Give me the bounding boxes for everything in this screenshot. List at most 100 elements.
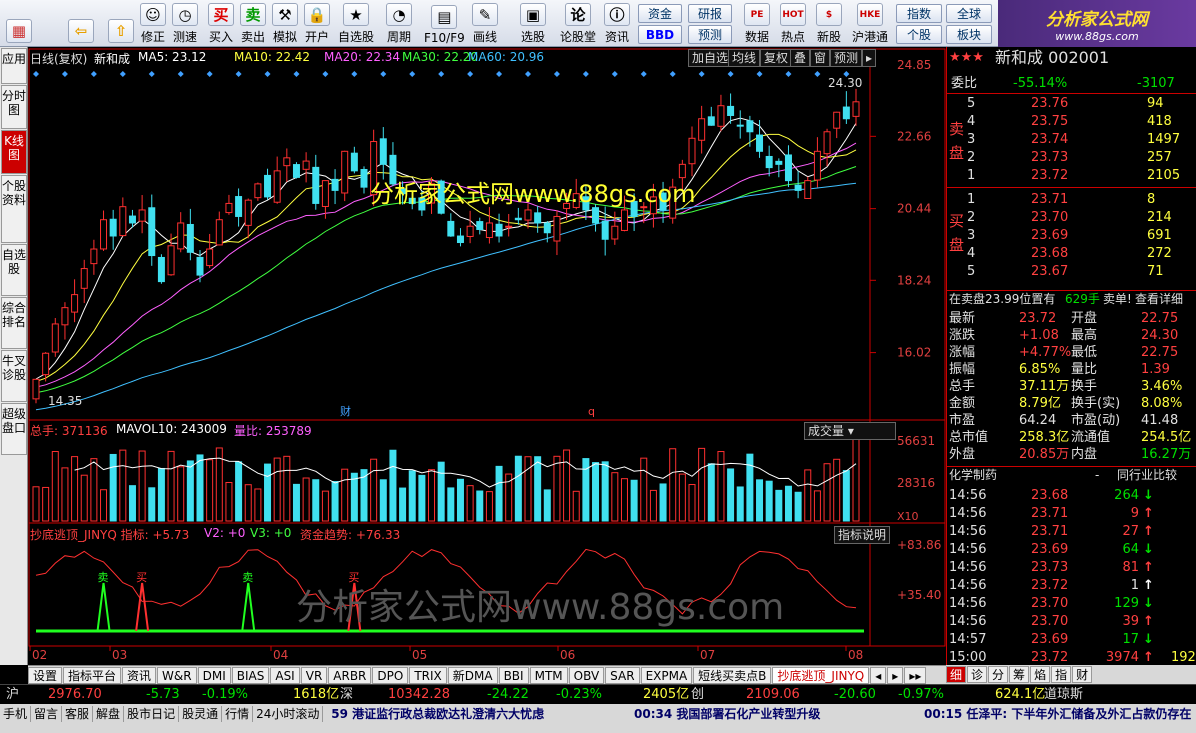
left-tab-2[interactable]: 分时图 [1, 85, 27, 129]
scroll-end-icon[interactable]: ▸▸ [904, 666, 927, 684]
info-button[interactable]: ⓘ 资讯 [604, 3, 630, 45]
level-no: 5 [967, 264, 976, 279]
measure-button[interactable]: ◷ 测速 [172, 3, 198, 45]
scroll-right-icon[interactable]: ▸ [887, 666, 904, 684]
indicator-tab-7[interactable]: ASI [270, 666, 300, 684]
volume-bar [804, 469, 812, 522]
individual-button[interactable]: 个股 [896, 25, 942, 44]
status-button-8[interactable]: 24小时滚动 [253, 706, 324, 722]
indicator-tab-19[interactable]: 抄底逃顶_JINYQ [772, 666, 870, 684]
left-tab-8[interactable]: 超级盘口 [1, 403, 27, 455]
indicator-help-button[interactable]: 指标说明 [834, 526, 891, 544]
industry-compare-button[interactable]: 同行业比较 [1117, 467, 1177, 484]
indicator-tab-5[interactable]: DMI [197, 666, 231, 684]
status-button-4[interactable]: 解盘 [93, 706, 125, 722]
buy-button[interactable]: 买买入 [208, 3, 234, 45]
back-button[interactable]: ⇦ [68, 3, 94, 45]
status-button-1[interactable]: 手机 [0, 706, 32, 722]
select-stock-button[interactable]: ▣ 选股 [520, 3, 546, 45]
indicator-tab-6[interactable]: BIAS [231, 666, 270, 684]
up-button[interactable]: ⇧ [108, 3, 134, 45]
index-button[interactable]: 指数 [896, 4, 942, 23]
chart-button-5[interactable]: 窗 [810, 49, 831, 67]
left-tab-5[interactable]: 自选股 [1, 244, 27, 296]
chart-button-1[interactable]: 加自选 [688, 49, 733, 67]
chart-button-2[interactable]: 均线 [728, 49, 761, 67]
research-button[interactable]: 研报 [688, 4, 732, 23]
menu-button[interactable]: ▦ [6, 3, 32, 45]
right-tab-2[interactable]: 诊 [967, 666, 988, 683]
forum-button[interactable]: 论论股堂 [560, 3, 596, 45]
hot-button[interactable]: HOT 热点 [780, 3, 806, 45]
period-button[interactable]: ◔ 周期 [386, 3, 412, 45]
chart-arrow-icon[interactable]: ▸ [862, 49, 877, 67]
watchlist-button[interactable]: ★ 自选股 [338, 3, 374, 45]
level-volume: 691 [1147, 228, 1172, 243]
indicator-tab-3[interactable]: 资讯 [122, 666, 157, 684]
news-ticker-2[interactable]: 00:34 我国部署石化产业转型升级 [634, 706, 820, 722]
candle-body [273, 170, 281, 203]
measure-button-label: 测速 [172, 30, 197, 44]
right-tab-3[interactable]: 分 [988, 666, 1009, 683]
indicator-tab-13[interactable]: BBI [498, 666, 529, 684]
right-tab-7[interactable]: 财 [1072, 666, 1093, 683]
left-tab-1[interactable]: 应用 [1, 48, 27, 84]
status-button-6[interactable]: 股灵通 [179, 706, 223, 722]
news-ticker-1[interactable]: 59 港证监行政总裁欧达礼澄清六大忧虑 [331, 707, 544, 721]
left-tab-4[interactable]: 个股资料 [1, 175, 27, 243]
chart-button-6[interactable]: 预测 [830, 49, 863, 67]
chart-button-4[interactable]: 叠 [790, 49, 811, 67]
industry-row: 化学制药 - 同行业比较 [947, 466, 1196, 483]
indicator-tab-11[interactable]: TRIX [409, 666, 447, 684]
forecast-button[interactable]: 预测 [688, 25, 732, 44]
sector-button[interactable]: 板块 [946, 25, 992, 44]
global-button[interactable]: 全球 [946, 4, 992, 23]
right-tab-6[interactable]: 指 [1051, 666, 1072, 683]
sh-pct: -0.19% [202, 687, 248, 702]
tick-price: 23.71 [1031, 524, 1069, 539]
modify-button[interactable]: ☺ 修正 [140, 3, 166, 45]
indicator-tab-8[interactable]: VR [300, 666, 328, 684]
indicator-tab-4[interactable]: W&R [157, 666, 197, 684]
indicator-tab-1[interactable]: 设置 [28, 666, 63, 684]
kline-chart[interactable]: 24.85 22.66 20.44 18.24 16.02 24.30 14.35 财 q 分析家… [28, 47, 946, 665]
indicator-tab-14[interactable]: MTM [529, 666, 568, 684]
fund-button[interactable]: 资金 [638, 4, 682, 23]
status-button-7[interactable]: 行情 [222, 706, 254, 722]
status-button-2[interactable]: 留言 [31, 706, 63, 722]
status-button-5[interactable]: 股市日记 [124, 706, 180, 722]
indicator-tab-15[interactable]: OBV [568, 666, 605, 684]
data-button[interactable]: PE 数据 [744, 3, 770, 45]
scroll-left-icon[interactable]: ◂ [870, 666, 887, 684]
sell-button[interactable]: 卖卖出 [240, 3, 266, 45]
open-account-button[interactable]: 🔒 开户 [304, 3, 330, 45]
candle-body [109, 218, 117, 237]
volume-dropdown[interactable]: 成交量 ▾ [804, 422, 896, 440]
hk-connect-button[interactable]: HKE 沪港通 [852, 3, 888, 45]
indicator-tab-2[interactable]: 指标平台 [63, 666, 122, 684]
right-tab-4[interactable]: 筹 [1009, 666, 1030, 683]
indicator-tab-17[interactable]: EXPMA [640, 666, 693, 684]
right-tab-5[interactable]: 焰 [1030, 666, 1051, 683]
order-detail-link[interactable]: 查看详细 [1135, 291, 1183, 308]
simulate-button[interactable]: ⚒ 模拟 [272, 3, 298, 45]
right-tab-1[interactable]: 细 [946, 666, 967, 683]
volume-bar [592, 462, 600, 522]
bbd-button[interactable]: BBD [638, 25, 682, 44]
indicator-tab-12[interactable]: 新DMA [447, 666, 498, 684]
status-button-3[interactable]: 客服 [62, 706, 94, 722]
indicator-tab-18[interactable]: 短线买卖点B [693, 666, 772, 684]
chart-button-3[interactable]: 复权 [760, 49, 793, 67]
indicator-tab-9[interactable]: ARBR [328, 666, 372, 684]
left-tab-6[interactable]: 综合排名 [1, 297, 27, 349]
draw-button[interactable]: ✎ 画线 [472, 3, 498, 45]
f10-button[interactable]: ▤ F10/F9 [424, 3, 465, 45]
volume-bar [534, 456, 542, 522]
industry-name[interactable]: 化学制药 [949, 467, 997, 484]
news-ticker-3[interactable]: 00:15 任泽平: 下半年外汇储备及外汇占款仍存在 [924, 706, 1191, 722]
left-tab-7[interactable]: 牛叉诊股 [1, 350, 27, 402]
indicator-tab-16[interactable]: SAR [605, 666, 640, 684]
new-stock-button[interactable]: $ 新股 [816, 3, 842, 45]
indicator-tab-10[interactable]: DPO [372, 666, 409, 684]
left-tab-3[interactable]: K线图 [1, 130, 27, 174]
